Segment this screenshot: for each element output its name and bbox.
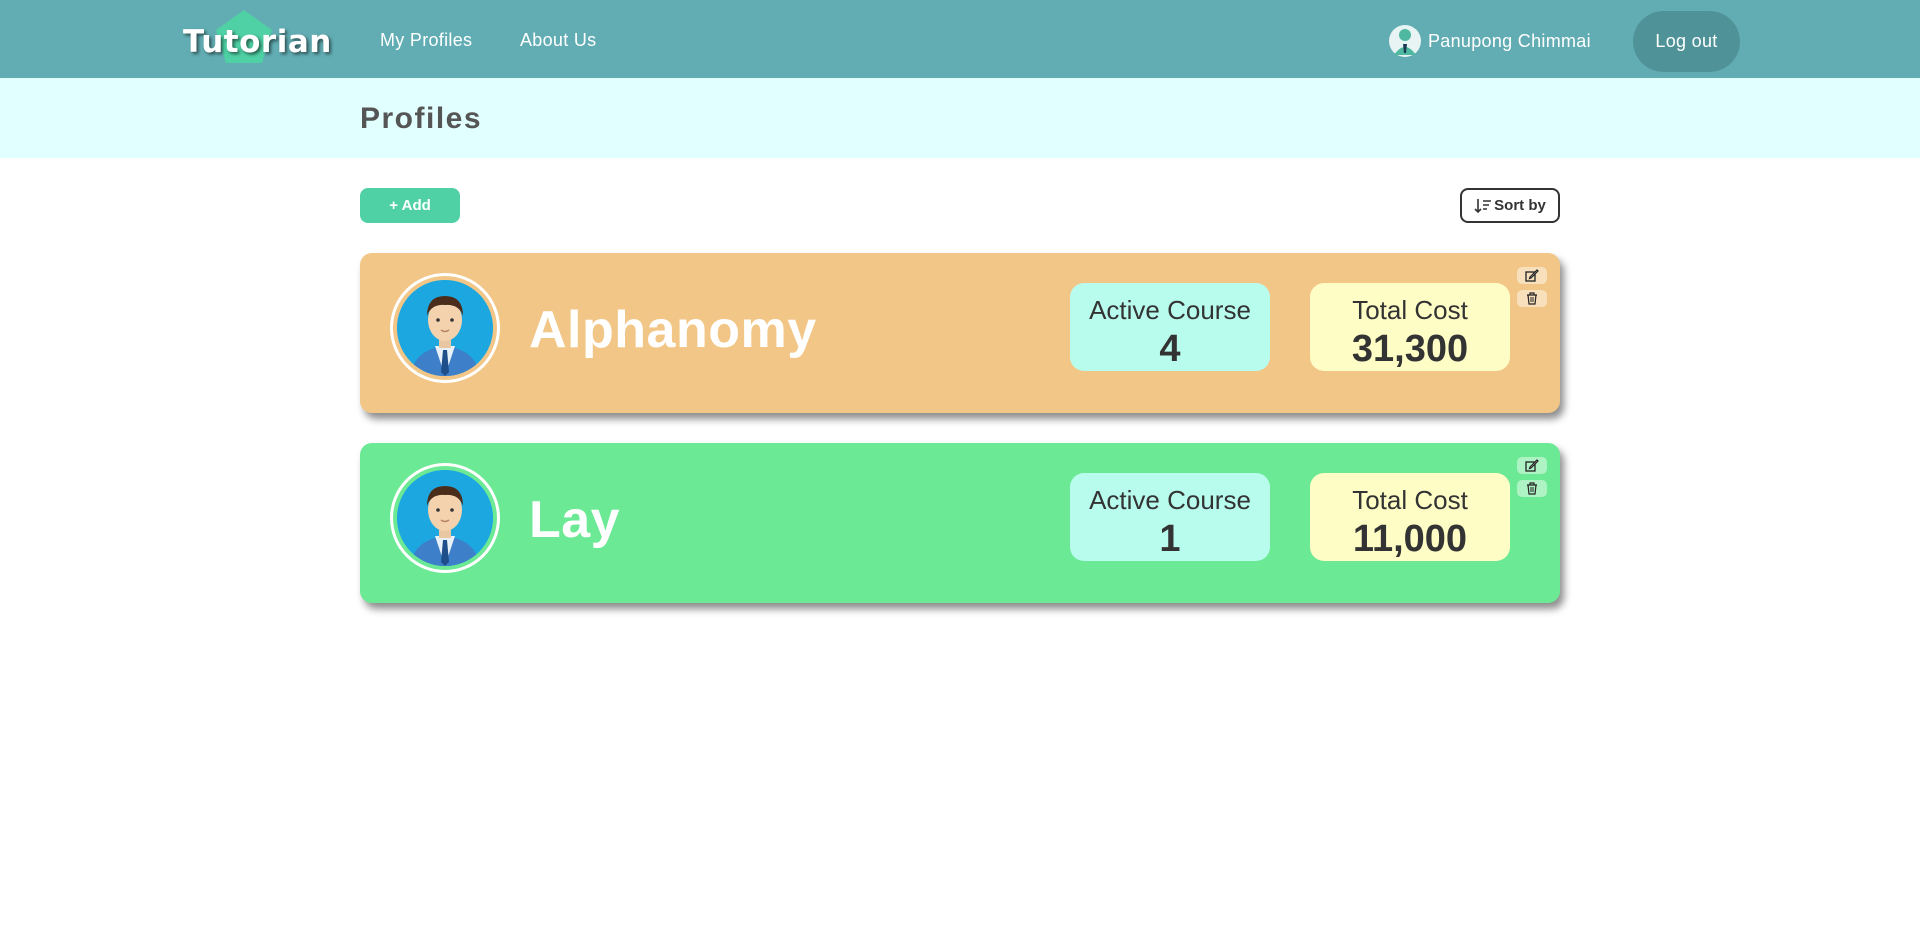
active-course-box: Active Course 1	[1070, 473, 1270, 561]
trash-icon	[1527, 482, 1537, 495]
profile-avatar-icon	[397, 470, 493, 566]
trash-icon	[1527, 292, 1537, 305]
sort-by-label: Sort by	[1494, 197, 1546, 214]
active-course-value: 4	[1159, 328, 1181, 370]
edit-icon	[1525, 269, 1539, 282]
page-header: Profiles	[0, 78, 1920, 158]
active-course-label: Active Course	[1089, 485, 1251, 515]
tutorian-logo[interactable]: Tutorian	[180, 8, 331, 68]
active-course-box: Active Course 4	[1070, 283, 1270, 371]
total-cost-label: Total Cost	[1352, 295, 1468, 325]
sort-icon	[1474, 198, 1492, 213]
add-profile-button[interactable]: + Add	[360, 188, 460, 223]
edit-profile-button[interactable]	[1517, 267, 1547, 284]
profile-name: Alphanomy	[529, 301, 817, 359]
user-menu[interactable]: Panupong Chimmai	[1389, 23, 1591, 59]
edit-profile-button[interactable]	[1517, 457, 1547, 474]
active-course-label: Active Course	[1089, 295, 1251, 325]
user-avatar-icon	[1389, 23, 1421, 59]
delete-profile-button[interactable]	[1517, 290, 1547, 307]
profile-avatar-icon	[397, 280, 493, 376]
top-navbar: Tutorian My Profiles About Us Panupong C…	[0, 0, 1920, 78]
delete-profile-button[interactable]	[1517, 480, 1547, 497]
logout-button[interactable]: Log out	[1633, 11, 1740, 72]
nav-about-us[interactable]: About Us	[520, 30, 596, 51]
total-cost-box: Total Cost 11,000	[1310, 473, 1510, 561]
total-cost-value: 11,000	[1352, 518, 1468, 560]
sort-by-button[interactable]: Sort by	[1460, 188, 1560, 223]
user-name: Panupong Chimmai	[1428, 30, 1591, 51]
total-cost-label: Total Cost	[1352, 485, 1468, 515]
edit-icon	[1525, 459, 1539, 472]
total-cost-box: Total Cost 31,300	[1310, 283, 1510, 371]
active-course-value: 1	[1159, 518, 1181, 560]
profile-avatar	[390, 463, 500, 573]
profile-card[interactable]: Lay Active Course 1 Total Cost 11,000	[360, 443, 1560, 603]
profile-avatar	[390, 273, 500, 383]
page-title: Profiles	[360, 102, 483, 135]
profile-name: Lay	[529, 491, 621, 549]
profile-card[interactable]: Alphanomy Active Course 4 Total Cost 31,…	[360, 253, 1560, 413]
total-cost-value: 31,300	[1351, 328, 1469, 370]
logo-text: Tutorian	[183, 24, 332, 60]
nav-my-profiles[interactable]: My Profiles	[380, 30, 472, 51]
